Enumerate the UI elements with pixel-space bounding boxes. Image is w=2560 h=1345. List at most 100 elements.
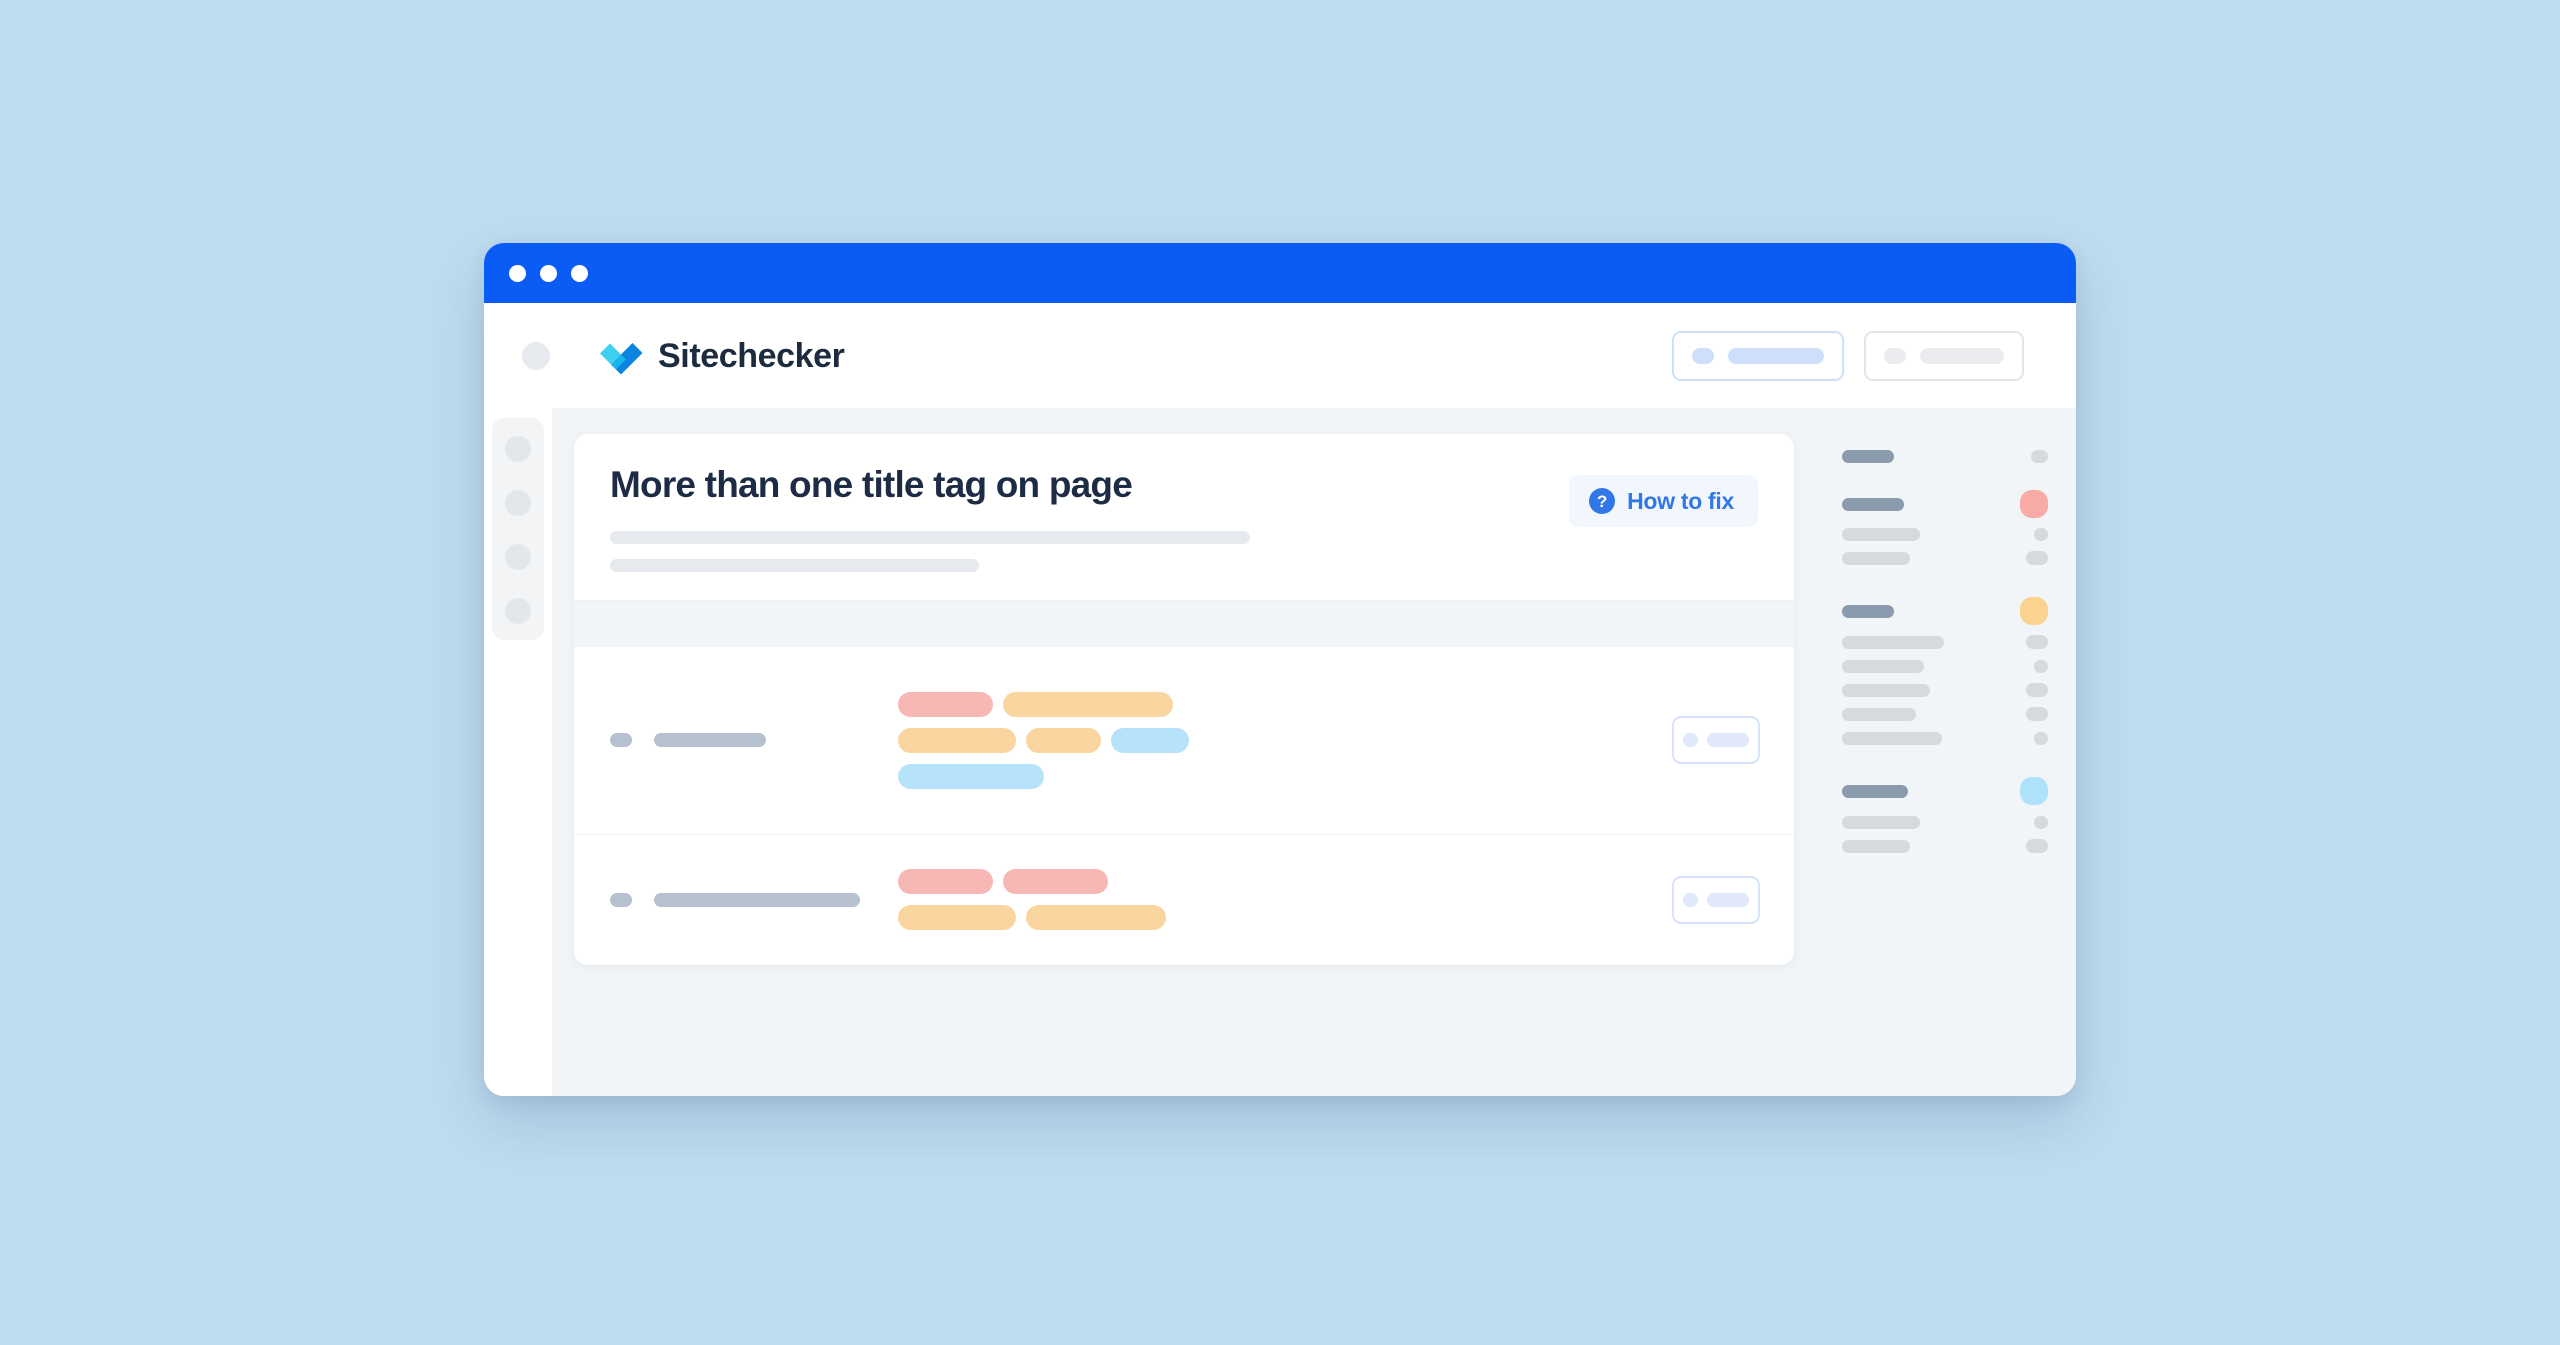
browser-titlebar	[484, 243, 2076, 303]
tag-line	[898, 869, 1652, 895]
panel-label-skeleton	[1842, 683, 1930, 697]
minimize-dot-icon[interactable]	[540, 264, 557, 282]
right-sidebar	[1818, 408, 2076, 1096]
card-title-wrap: More than one title tag on page	[610, 465, 1569, 572]
panel-label-skeleton	[1842, 527, 1920, 541]
panel-badge	[2026, 707, 2048, 721]
nav-circle-icon-3[interactable]	[505, 544, 531, 570]
subtitle-skeleton-1	[610, 530, 1250, 544]
panel-group-1	[1842, 444, 2048, 468]
tag-orange[interactable]	[898, 727, 1016, 753]
tag-red[interactable]	[898, 869, 993, 895]
panel-label-skeleton	[1842, 604, 1894, 618]
app-header: Sitechecker	[484, 303, 2076, 408]
table-header-strip	[574, 599, 1794, 647]
row-label-skeleton	[654, 892, 860, 907]
close-dot-icon[interactable]	[509, 264, 526, 282]
tag-blue[interactable]	[1111, 727, 1189, 753]
panel-group-3	[1842, 592, 2048, 750]
panel-row[interactable]	[1842, 486, 2048, 522]
panel-row[interactable]	[1842, 678, 2048, 702]
panel-badge	[2026, 683, 2048, 697]
issue-card: More than one title tag on page ? How to…	[574, 434, 1794, 965]
row-tags	[880, 869, 1652, 931]
nav-circle-icon-2[interactable]	[505, 490, 531, 516]
how-to-fix-button[interactable]: ? How to fix	[1569, 475, 1758, 527]
table-row[interactable]	[574, 647, 1794, 834]
panel-row[interactable]	[1842, 654, 2048, 678]
tag-orange[interactable]	[1026, 905, 1166, 931]
tag-line	[898, 691, 1652, 717]
panel-label-skeleton	[1842, 551, 1910, 565]
label-skeleton	[1920, 347, 2004, 364]
panel-label-skeleton	[1842, 497, 1904, 511]
card-header: More than one title tag on page ? How to…	[574, 434, 1794, 600]
panel-row[interactable]	[1842, 772, 2048, 810]
row-left	[610, 733, 880, 748]
row-bullet-icon	[610, 892, 632, 907]
panel-badge	[2026, 839, 2048, 853]
secondary-action-button[interactable]	[1864, 330, 2024, 381]
panel-row[interactable]	[1842, 834, 2048, 858]
panel-label-skeleton	[1842, 784, 1908, 798]
table-row[interactable]	[574, 833, 1794, 965]
dot-placeholder-icon	[1683, 892, 1698, 907]
nav-circle-icon-1[interactable]	[505, 436, 531, 462]
dot-placeholder-icon	[1692, 347, 1714, 364]
row-action-button[interactable]	[1672, 875, 1760, 924]
tag-line	[898, 727, 1652, 753]
avatar[interactable]	[522, 341, 550, 370]
nav-circle-icon-4[interactable]	[505, 598, 531, 624]
dot-placeholder-icon	[1884, 347, 1906, 364]
panel-badge-info	[2020, 777, 2048, 805]
panel-row[interactable]	[1842, 546, 2048, 570]
row-action-button[interactable]	[1672, 716, 1760, 765]
panel-badge	[2026, 551, 2048, 565]
left-sidebar	[484, 408, 552, 1096]
tag-orange[interactable]	[1003, 691, 1173, 717]
tag-red[interactable]	[1003, 869, 1108, 895]
label-skeleton	[1707, 892, 1749, 907]
panel-label-skeleton	[1842, 731, 1942, 745]
primary-action-button[interactable]	[1672, 330, 1844, 381]
brand-name: Sitechecker	[658, 336, 845, 375]
panel-label-skeleton	[1842, 659, 1924, 673]
tag-line	[898, 763, 1652, 789]
subtitle-skeleton-2	[610, 558, 979, 572]
panel-row[interactable]	[1842, 592, 2048, 630]
main-content: More than one title tag on page ? How to…	[552, 408, 1818, 1096]
panel-group-2	[1842, 486, 2048, 570]
browser-window: Sitechecker More than one title tag on p…	[484, 243, 2076, 1096]
row-label-skeleton	[654, 733, 766, 748]
maximize-dot-icon[interactable]	[571, 264, 588, 282]
how-to-fix-label: How to fix	[1627, 487, 1734, 514]
left-sidebar-panel	[492, 418, 544, 640]
panel-badge	[2031, 449, 2048, 463]
panel-label-skeleton	[1842, 635, 1944, 649]
panel-row[interactable]	[1842, 726, 2048, 750]
row-left	[610, 892, 880, 907]
dot-placeholder-icon	[1683, 733, 1698, 748]
brand[interactable]: Sitechecker	[600, 335, 845, 377]
panel-group-4	[1842, 772, 2048, 858]
panel-row[interactable]	[1842, 630, 2048, 654]
panel-row[interactable]	[1842, 522, 2048, 546]
panel-row[interactable]	[1842, 444, 2048, 468]
tag-line	[898, 905, 1652, 931]
tag-blue[interactable]	[898, 763, 1044, 789]
panel-label-skeleton	[1842, 449, 1894, 463]
tag-red[interactable]	[898, 691, 993, 717]
panel-badge	[2034, 815, 2048, 829]
panel-label-skeleton	[1842, 707, 1916, 721]
row-tags	[880, 691, 1652, 789]
panel-badge	[2034, 731, 2048, 745]
panel-badge	[2026, 635, 2048, 649]
panel-badge	[2034, 527, 2048, 541]
question-mark-circle-icon: ?	[1589, 488, 1616, 514]
tag-orange[interactable]	[898, 905, 1016, 931]
panel-row[interactable]	[1842, 702, 2048, 726]
checkmark-logo-icon	[600, 342, 643, 374]
panel-badge-warning	[2020, 597, 2048, 625]
panel-row[interactable]	[1842, 810, 2048, 834]
tag-orange[interactable]	[1026, 727, 1101, 753]
